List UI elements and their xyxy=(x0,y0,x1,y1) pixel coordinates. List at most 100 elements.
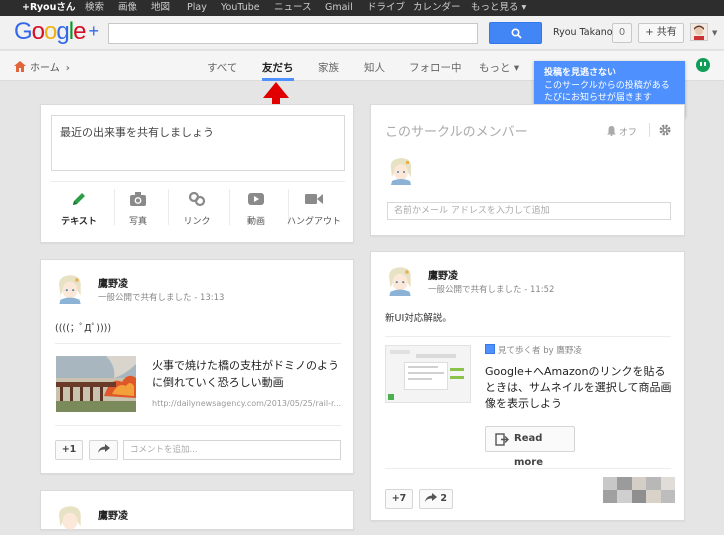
author-avatar[interactable] xyxy=(385,264,415,296)
share-box-card: 最近の出来事を共有しましょう テキスト 写真 リンク 動画 ハングアウト xyxy=(40,104,354,243)
circle-members-title: このサークルのメンバー xyxy=(385,125,528,140)
notification-state: オフ xyxy=(618,128,637,138)
hangout-post-button[interactable]: ハングアウト xyxy=(285,191,343,227)
account-caret-icon[interactable]: ▼ xyxy=(712,29,717,37)
topbar-search-link[interactable]: 検索 xyxy=(85,2,104,14)
header: Google + Ryou Takano 0 + 共有 ▼ xyxy=(0,16,724,50)
tab-friends[interactable]: 友だち xyxy=(262,60,294,75)
link-post-button[interactable]: リンク xyxy=(169,191,225,227)
plus-one-button[interactable]: +1 xyxy=(55,440,83,460)
share-post-button[interactable]: 2 xyxy=(419,489,453,509)
pencil-icon xyxy=(73,193,85,205)
share-post-button[interactable] xyxy=(89,440,118,460)
post-meta[interactable]: 一般公開で共有しました - 11:52 xyxy=(428,283,554,295)
tab-following[interactable]: フォロー中 xyxy=(409,60,462,75)
divider xyxy=(55,425,341,426)
chevron-right-icon: › xyxy=(65,63,70,74)
topbar-gmail-link[interactable]: Gmail xyxy=(325,2,353,14)
read-more-button[interactable]: Read more xyxy=(485,426,575,468)
text-post-button[interactable]: テキスト xyxy=(51,191,107,227)
tab-more[interactable]: もっと ▾ xyxy=(479,60,519,75)
tooltip-title: 投稿を見逃さない xyxy=(544,68,617,78)
topbar-youtube-link[interactable]: YouTube xyxy=(221,2,260,14)
topbar-calendar-link[interactable]: カレンダー xyxy=(413,2,461,14)
hangout-post-label: ハングアウト xyxy=(286,217,341,227)
plus-oners-avatars[interactable] xyxy=(603,477,675,503)
topbar-images-link[interactable]: 画像 xyxy=(118,2,137,14)
search-input[interactable] xyxy=(108,23,478,44)
video-post-button[interactable]: 動画 xyxy=(228,191,284,227)
tab-acquaintances[interactable]: 知人 xyxy=(364,60,385,75)
app-article-title[interactable]: Google+へAmazonのリンクを貼るときは、サムネイルを選択して商品画像を… xyxy=(485,364,675,412)
author-name[interactable]: 鷹野凌 xyxy=(98,507,128,522)
logo-plus: + xyxy=(88,21,98,41)
link-url[interactable]: http://dailynewsagency.com/2013/05/25/ra… xyxy=(152,399,341,408)
app-thumbnail[interactable] xyxy=(385,345,471,403)
share-arrow-icon xyxy=(425,493,438,502)
tab-family[interactable]: 家族 xyxy=(318,60,339,75)
post-card: 鷹野凌 xyxy=(40,490,354,530)
search-icon xyxy=(511,28,522,39)
read-more-label: Read more xyxy=(514,433,544,468)
home-label: ホーム xyxy=(30,63,60,74)
topbar-more-link[interactable]: もっと見る ▾ xyxy=(471,2,526,14)
home-breadcrumb[interactable]: ホーム › xyxy=(14,59,70,74)
share-count: 2 xyxy=(440,493,447,504)
tooltip-body: このサークルからの投稿があるたびにお知らせが届きます xyxy=(544,81,670,103)
divider xyxy=(385,336,671,337)
link-title[interactable]: 火事で焼けた橋の支柱がドミノのように倒れていく恐ろしい動画 xyxy=(152,357,342,391)
topbar-profile-link[interactable]: +Ryouさん xyxy=(22,2,75,14)
post-card: 鷹野凌 一般公開で共有しました - 11:52 新UI対応解説。 見て歩く者 b… xyxy=(370,251,685,521)
tab-all[interactable]: すべて xyxy=(207,60,237,75)
topbar-news-link[interactable]: ニュース xyxy=(274,2,312,14)
link-thumbnail[interactable] xyxy=(56,356,136,412)
avatar[interactable] xyxy=(690,23,708,41)
comment-input[interactable]: コメントを追加... xyxy=(123,440,341,460)
post-text: ((((；ﾟДﾟ)))) xyxy=(55,323,112,334)
share-arrow-icon xyxy=(97,444,110,453)
post-meta[interactable]: 一般公開で共有しました - 13:13 xyxy=(98,291,224,303)
post-card: 鷹野凌 一般公開で共有しました - 13:13 ((((；ﾟДﾟ)))) 火事で… xyxy=(40,259,354,474)
video-post-label: 動画 xyxy=(246,217,265,227)
topbar-play-link[interactable]: Play xyxy=(187,2,207,14)
google-plus-logo[interactable]: Google + xyxy=(14,19,99,46)
post-text: 新UI対応解説。 xyxy=(385,313,452,324)
google-bar: +Ryouさん 検索 画像 地図 Play YouTube ニュース Gmail… xyxy=(0,0,724,16)
app-source-label: 見て歩く者 by 鷹野凌 xyxy=(498,346,582,356)
add-member-input[interactable]: 名前かメール アドレスを入力して追加 xyxy=(387,202,671,220)
divider xyxy=(649,123,650,137)
author-avatar[interactable] xyxy=(55,272,85,304)
divider xyxy=(385,468,671,469)
home-icon xyxy=(14,61,26,72)
read-more-icon xyxy=(495,433,509,446)
app-source[interactable]: 見て歩く者 by 鷹野凌 xyxy=(485,344,582,356)
link-icon xyxy=(189,191,205,207)
author-name[interactable]: 鷹野凌 xyxy=(428,267,458,282)
active-tab-indicator xyxy=(262,78,294,81)
camera-icon xyxy=(130,192,146,206)
member-avatar[interactable] xyxy=(387,155,415,185)
author-name[interactable]: 鷹野凌 xyxy=(98,275,128,290)
share-button[interactable]: + 共有 xyxy=(638,23,684,43)
topbar-drive-link[interactable]: ドライブ xyxy=(367,2,405,14)
search-button[interactable] xyxy=(489,22,542,44)
notification-count[interactable]: 0 xyxy=(612,23,632,43)
divider xyxy=(55,343,341,344)
gear-icon[interactable] xyxy=(659,124,671,136)
text-post-label: テキスト xyxy=(61,217,97,227)
share-box-input[interactable]: 最近の出来事を共有しましょう xyxy=(51,115,345,171)
plus-one-button[interactable]: +7 xyxy=(385,489,413,509)
circle-members-card: このサークルのメンバー オフ 名前かメール アドレスを入力して追加 xyxy=(370,104,685,236)
username[interactable]: Ryou Takano xyxy=(553,27,613,38)
bell-icon xyxy=(607,126,616,137)
hangout-camera-icon xyxy=(305,194,323,204)
notification-toggle[interactable]: オフ xyxy=(607,125,637,138)
link-post-label: リンク xyxy=(183,217,211,227)
app-source-icon xyxy=(485,344,495,354)
hangouts-icon[interactable] xyxy=(696,58,710,72)
topbar-maps-link[interactable]: 地図 xyxy=(151,2,170,14)
divider xyxy=(51,181,345,182)
photo-post-label: 写真 xyxy=(128,217,147,227)
author-avatar[interactable] xyxy=(55,503,85,535)
photo-post-button[interactable]: 写真 xyxy=(110,191,166,227)
